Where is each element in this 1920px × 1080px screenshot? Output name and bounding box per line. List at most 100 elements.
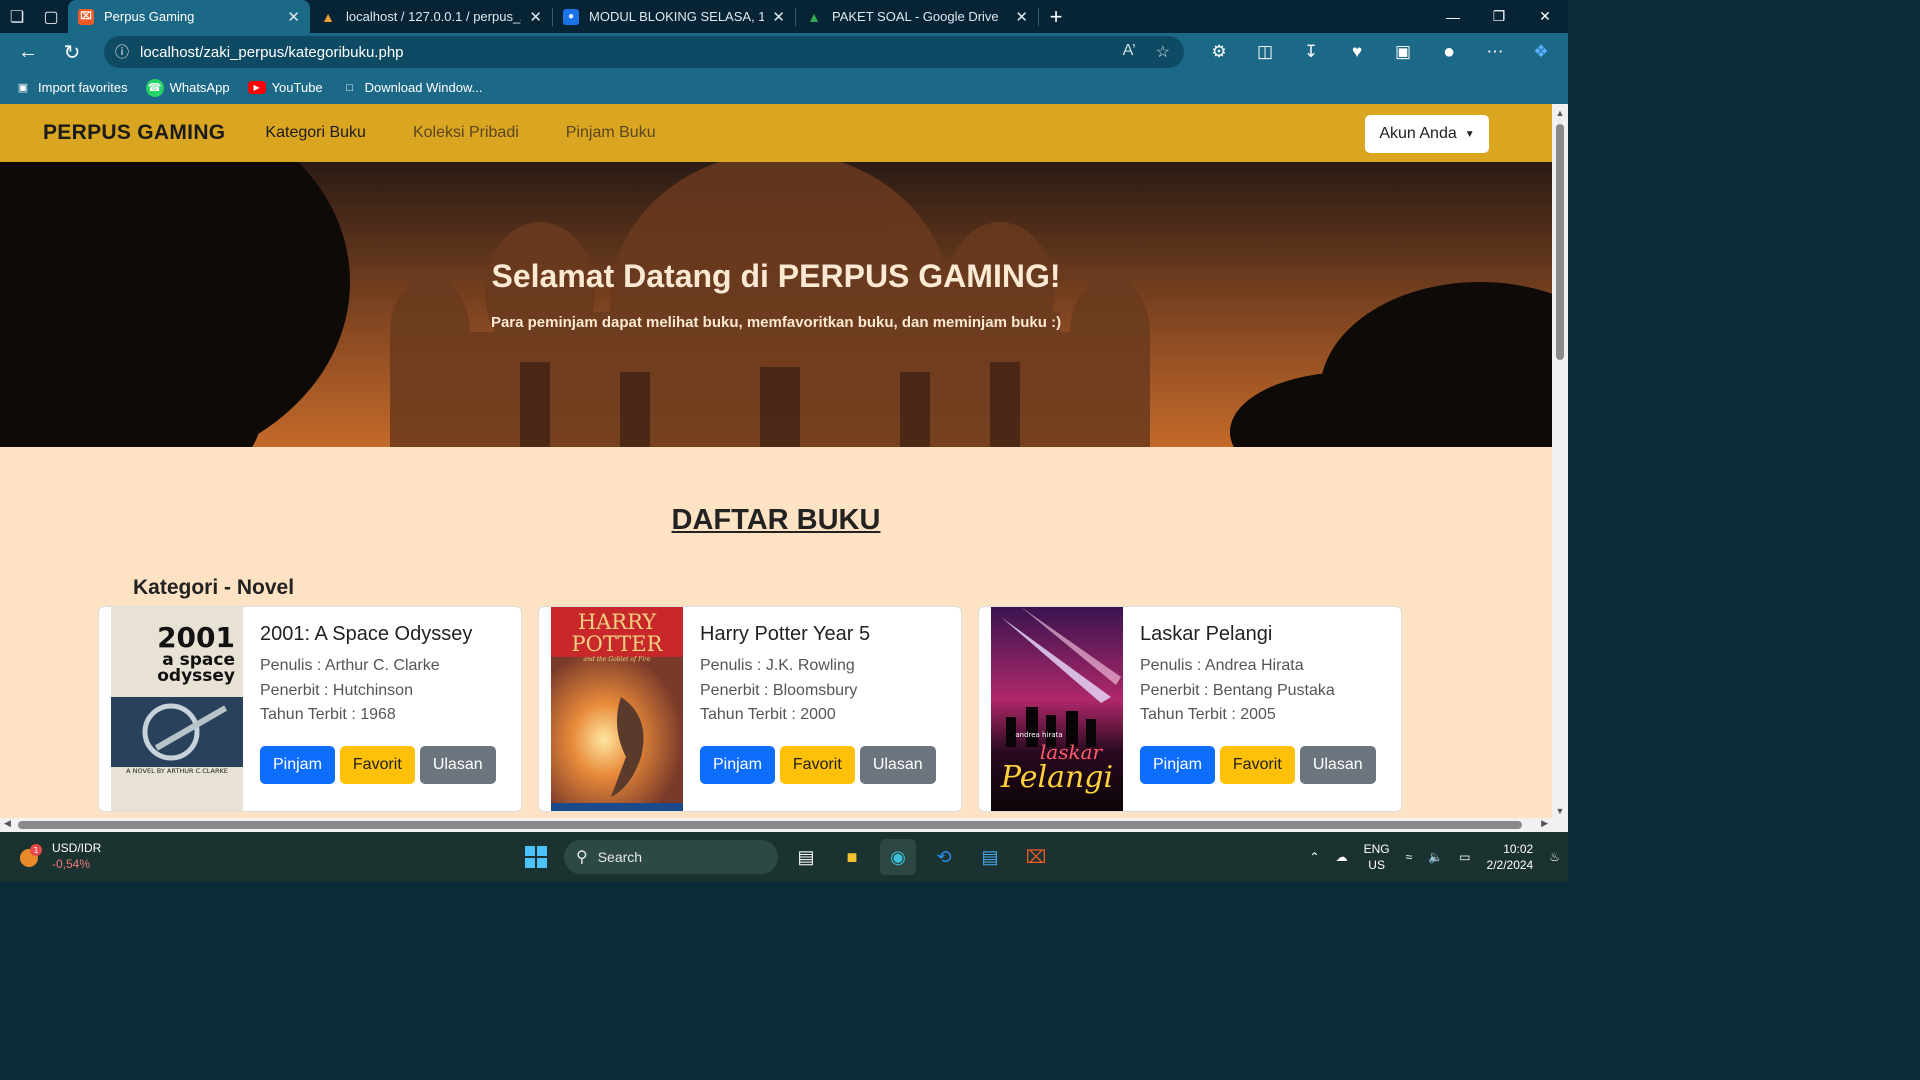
tab-strip: ❏ ▢ ⌧ Perpus Gaming ✕ ▲ localhost / 127.… <box>0 0 1568 33</box>
onedrive-icon[interactable]: ☁ <box>1336 850 1348 864</box>
scroll-up-icon[interactable]: ▲ <box>1552 108 1568 118</box>
tab-title: MODUL BLOKING SELASA, 17 OKTOBER <box>589 9 765 24</box>
pinjam-button[interactable]: Pinjam <box>260 746 335 784</box>
copilot-icon[interactable]: ❖ <box>1518 42 1564 62</box>
read-aloud-icon[interactable]: A’ <box>1123 42 1136 62</box>
site-info-icon[interactable]: ⓘ <box>104 42 140 62</box>
site-brand[interactable]: PERPUS GAMING <box>43 121 225 145</box>
lang-bottom: US <box>1368 858 1385 872</box>
hero-title: Selamat Datang di PERPUS GAMING! <box>491 258 1061 294</box>
book-year: Tahun Terbit : 2005 <box>1140 706 1276 723</box>
address-bar[interactable]: ⓘ localhost/zaki_perpus/kategoribuku.php… <box>104 36 1184 68</box>
clock-date: 2/2/2024 <box>1486 858 1534 872</box>
section-title: DAFTAR BUKU <box>671 504 881 536</box>
collections-icon[interactable]: ▣ <box>1380 42 1426 62</box>
favorite-download-windows[interactable]: □ Download Window... <box>341 79 482 97</box>
close-tab-icon[interactable]: ✕ <box>529 8 542 26</box>
start-button[interactable] <box>518 839 554 875</box>
window-controls: — ❐ ✕ <box>1430 0 1568 33</box>
close-tab-icon[interactable]: ✕ <box>287 8 300 26</box>
favorite-star-icon[interactable]: ☆ <box>1156 42 1170 62</box>
book-cover-harry-potter: HARRY POTTER and the Goblet of Fire <box>551 607 683 811</box>
scroll-left-icon[interactable]: ◀ <box>4 818 11 829</box>
xampp-icon[interactable]: ⌧ <box>1018 839 1054 875</box>
favorite-whatsapp[interactable]: ☎ WhatsApp <box>145 78 230 97</box>
favorit-button[interactable]: Favorit <box>339 746 415 784</box>
url-text[interactable]: localhost/zaki_perpus/kategoribuku.php <box>140 44 1123 61</box>
notification-bell-icon[interactable]: ♨ <box>1549 850 1560 864</box>
search-icon: ⚲ <box>576 849 588 866</box>
close-tab-icon[interactable]: ✕ <box>1015 8 1028 26</box>
ulasan-button[interactable]: Ulasan <box>1299 746 1376 784</box>
nav-koleksi-pribadi[interactable]: Koleksi Pribadi <box>413 124 519 142</box>
show-hidden-icons[interactable]: ⌃ <box>1310 850 1320 864</box>
taskbar-search[interactable]: ⚲ Search <box>564 840 778 874</box>
back-icon[interactable]: ← <box>6 33 50 71</box>
site-navbar: PERPUS GAMING Kategori Buku Koleksi Prib… <box>0 104 1552 162</box>
performance-icon[interactable]: ♥ <box>1334 42 1380 62</box>
notepad-icon[interactable]: ▤ <box>972 839 1008 875</box>
book-author: Penulis : J.K. Rowling <box>700 657 855 674</box>
horizontal-scroll-thumb[interactable] <box>18 821 1522 829</box>
task-view-icon[interactable]: ▤ <box>788 839 824 875</box>
book-card: andrea hirata laskar Pelangi Laskar Pela… <box>978 606 1402 812</box>
close-window-icon[interactable]: ✕ <box>1522 0 1568 33</box>
close-tab-icon[interactable]: ✕ <box>772 8 785 26</box>
ulasan-button[interactable]: Ulasan <box>419 746 496 784</box>
edge-icon[interactable]: ◉ <box>880 839 916 875</box>
refresh-icon[interactable]: ↻ <box>50 33 94 71</box>
wifi-icon[interactable]: ≈ <box>1406 850 1413 864</box>
book-publisher: Penerbit : Bentang Pustaka <box>1140 681 1335 699</box>
tab-actions-icon[interactable]: ▢ <box>34 0 68 33</box>
favorite-import[interactable]: ▣ Import favorites <box>14 79 128 97</box>
scroll-right-icon[interactable]: ▶ <box>1541 818 1548 829</box>
book-publisher: Penerbit : Hutchinson <box>260 681 413 699</box>
ulasan-button[interactable]: Ulasan <box>859 746 936 784</box>
more-options-icon[interactable]: ⋯ <box>1472 42 1518 62</box>
extensions-icon[interactable]: ⚙ <box>1196 42 1242 62</box>
language-indicator[interactable]: ENG US <box>1364 841 1390 873</box>
minimize-icon[interactable]: — <box>1430 0 1476 33</box>
clock[interactable]: 10:02 2/2/2024 <box>1487 841 1534 873</box>
pinjam-button[interactable]: Pinjam <box>1140 746 1215 784</box>
hero-subtitle: Para peminjam dapat melihat buku, memfav… <box>490 314 1062 331</box>
windows-taskbar: 1 USD/IDR -0,54% ⚲ Search ▤ ■ ◉ ⟲ ▤ ⌧ ⌃ <box>0 832 1568 882</box>
tab-perpus-gaming[interactable]: ⌧ Perpus Gaming ✕ <box>68 0 310 33</box>
currency-widget[interactable]: 1 USD/IDR -0,54% <box>18 840 101 872</box>
favorite-label: YouTube <box>271 80 323 95</box>
new-tab-button[interactable]: + <box>1039 0 1073 33</box>
widget-icon: 1 <box>18 843 44 869</box>
cover-text: Pelangi <box>1000 760 1113 795</box>
account-dropdown-button[interactable]: Akun Anda ▼ <box>1365 115 1489 153</box>
address-bar-row: ← ↻ ⓘ localhost/zaki_perpus/kategoribuku… <box>0 33 1568 71</box>
pinjam-button[interactable]: Pinjam <box>700 746 775 784</box>
battery-icon[interactable]: ▭ <box>1459 850 1470 864</box>
cover-text: HARRY <box>578 610 657 634</box>
profile-avatar-icon[interactable]: ● <box>1426 41 1472 64</box>
search-placeholder: Search <box>597 849 643 865</box>
workspaces-icon[interactable]: ❏ <box>0 0 34 33</box>
scroll-down-icon[interactable]: ▼ <box>1552 806 1568 816</box>
favorite-youtube[interactable]: ▶ YouTube <box>247 80 323 95</box>
vscode-icon[interactable]: ⟲ <box>926 839 962 875</box>
nav-kategori-buku[interactable]: Kategori Buku <box>265 124 366 142</box>
tab-phpmyadmin[interactable]: ▲ localhost / 127.0.0.1 / perpus_zaki ✕ <box>310 0 552 33</box>
widget-value: -0,54% <box>52 857 91 871</box>
phpmyadmin-icon: ▲ <box>321 8 335 25</box>
import-icon: ▣ <box>17 82 29 94</box>
tab-google-drive[interactable]: ▲ PAKET SOAL - Google Drive ✕ <box>796 0 1038 33</box>
tab-modul-bloking[interactable]: ● MODUL BLOKING SELASA, 17 OKTOBER ✕ <box>553 0 795 33</box>
toolbar-icons: ⚙ ◫ ↧ ♥ ▣ ● ⋯ ❖ <box>1196 33 1564 71</box>
hero-background-image <box>0 162 1552 447</box>
favorit-button[interactable]: Favorit <box>1219 746 1295 784</box>
nav-pinjam-buku[interactable]: Pinjam Buku <box>566 124 656 142</box>
downloads-icon[interactable]: ↧ <box>1288 42 1334 62</box>
vertical-scroll-thumb[interactable] <box>1556 124 1564 360</box>
restore-icon[interactable]: ❐ <box>1476 0 1522 33</box>
horizontal-scrollbar[interactable]: ◀ ▶ <box>0 818 1552 832</box>
favorit-button[interactable]: Favorit <box>779 746 855 784</box>
file-explorer-icon[interactable]: ■ <box>834 839 870 875</box>
split-screen-icon[interactable]: ◫ <box>1242 42 1288 62</box>
vertical-scrollbar[interactable]: ▲ ▼ <box>1552 104 1568 818</box>
volume-icon[interactable]: 🔈 <box>1428 850 1443 864</box>
